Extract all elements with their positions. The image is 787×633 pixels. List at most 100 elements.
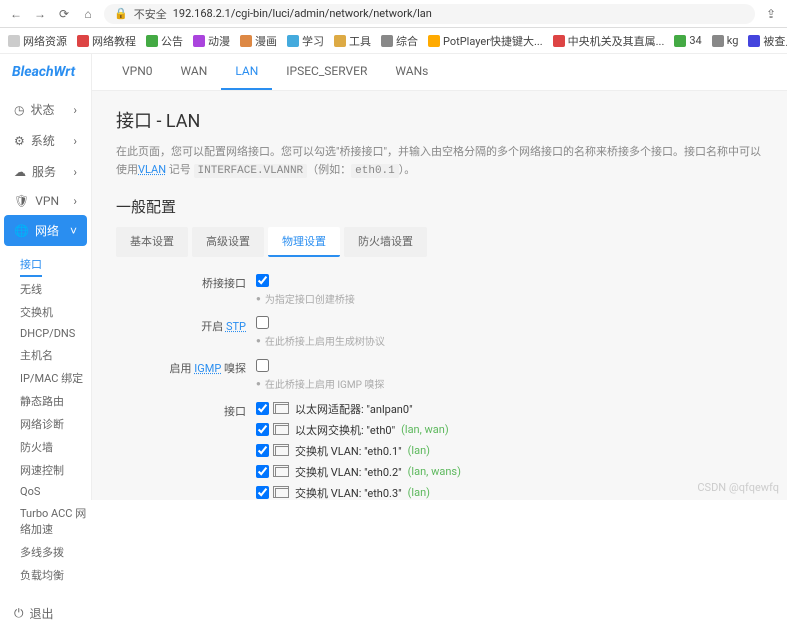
sidebar-sub-IP/MAC 绑定[interactable]: IP/MAC 绑定 [20, 367, 91, 389]
iface-icon [275, 425, 289, 435]
sidebar-sub-多线多拨[interactable]: 多线多拨 [20, 541, 91, 563]
bookmark-label: 公告 [161, 33, 183, 49]
logout-button[interactable]: ⏻退出 [4, 598, 87, 629]
sidebar-item-服务[interactable]: ☁ 服务 › [4, 156, 87, 187]
bookmark-icon [674, 35, 686, 47]
bookmark-label: 综合 [396, 33, 418, 49]
content-area: VPN0WANLANIPSEC_SERVERWANs 接口 - LAN 在此页面… [92, 54, 787, 500]
stp-checkbox[interactable] [256, 316, 269, 329]
chevron-icon: › [73, 134, 77, 148]
sidebar-sub-DHCP/DNS[interactable]: DHCP/DNS [20, 324, 91, 343]
sidebar-label: 系统 [31, 132, 55, 149]
settings-tabs: 基本设置高级设置物理设置防火墙设置 [116, 227, 763, 257]
bookmark-item[interactable]: 网络教程 [77, 33, 136, 49]
iface-tag: (lan, wan) [401, 423, 449, 436]
logout-icon: ⏻ [14, 606, 24, 621]
stp-label: 开启 STP [116, 316, 256, 334]
bookmark-label: 工具 [349, 33, 371, 49]
bookmark-item[interactable]: 综合 [381, 33, 418, 49]
inner-tab-2[interactable]: 物理设置 [268, 227, 340, 257]
bookmark-icon [193, 35, 205, 47]
igmp-label: 启用 IGMP 嗅探 [116, 358, 256, 376]
bookmark-item[interactable]: 漫画 [240, 33, 277, 49]
url-text: 192.168.2.1/cgi-bin/luci/admin/network/n… [173, 7, 432, 20]
reload-icon[interactable]: ⟳ [56, 6, 72, 22]
bookmark-label: PotPlayer快捷键大... [443, 33, 543, 49]
sidebar-label: 服务 [32, 163, 56, 180]
sidebar-item-系统[interactable]: ⚙系统› [4, 125, 87, 156]
chevron-icon: › [73, 194, 77, 208]
tab-wans[interactable]: WANs [381, 54, 442, 90]
bookmark-icon [712, 35, 724, 47]
logo: BleachWrt [0, 54, 91, 90]
bookmark-item[interactable]: 学习 [287, 33, 324, 49]
inner-tab-3[interactable]: 防火墙设置 [344, 227, 427, 257]
tab-vpn0[interactable]: VPN0 [108, 54, 167, 90]
sidebar-sub-交换机[interactable]: 交换机 [20, 301, 91, 323]
interface-label: 接口 [116, 401, 256, 419]
sidebar-item-网络[interactable]: 🌐网络˅ [4, 215, 87, 246]
forward-icon[interactable]: → [32, 6, 48, 22]
bookmark-item[interactable]: kg [712, 34, 739, 47]
bookmark-item[interactable]: PotPlayer快捷键大... [428, 33, 543, 49]
bookmark-label: 动漫 [208, 33, 230, 49]
section-general: 一般配置 [116, 196, 763, 217]
iface-text: 以太网适配器: "anlpan0" [295, 401, 413, 417]
bookmark-icon [240, 35, 252, 47]
bookmark-item[interactable]: 动漫 [193, 33, 230, 49]
sidebar-icon: ☁ [14, 165, 26, 179]
bookmark-item[interactable]: 中央机关及其直属... [553, 33, 665, 49]
sidebar-sub-无线[interactable]: 无线 [20, 278, 91, 300]
sidebar: BleachWrt ◷状态›⚙系统›☁服务›🛡VPN›🌐网络˅ 接口无线交换机D… [0, 54, 92, 500]
sidebar-sub-静态路由[interactable]: 静态路由 [20, 390, 91, 412]
bookmark-item[interactable]: 公告 [146, 33, 183, 49]
sidebar-item-状态[interactable]: ◷状态› [4, 94, 87, 125]
inner-tab-1[interactable]: 高级设置 [192, 227, 264, 257]
iface-row: 交换机 VLAN: "eth0.3" (lan) [256, 485, 763, 500]
inner-tab-0[interactable]: 基本设置 [116, 227, 188, 257]
sidebar-sub-网速控制[interactable]: 网速控制 [20, 459, 91, 481]
address-bar[interactable]: 🔒 不安全 192.168.2.1/cgi-bin/luci/admin/net… [104, 4, 755, 24]
tab-wan[interactable]: WAN [167, 54, 222, 90]
iface-checkbox[interactable] [256, 402, 269, 415]
sidebar-sub-接口[interactable]: 接口 [20, 253, 42, 277]
iface-tag: (lan) [408, 444, 430, 457]
igmp-checkbox[interactable] [256, 359, 269, 372]
sidebar-sub-Turbo ACC 网络加速[interactable]: Turbo ACC 网络加速 [20, 502, 91, 540]
sidebar-sub-防火墙[interactable]: 防火墙 [20, 436, 91, 458]
sidebar-item-VPN[interactable]: 🛡VPN› [4, 187, 87, 215]
chevron-icon: › [73, 165, 77, 179]
sidebar-sub-网络诊断[interactable]: 网络诊断 [20, 413, 91, 435]
iface-text: 交换机 VLAN: "eth0.2" [295, 464, 402, 480]
iface-checkbox[interactable] [256, 486, 269, 499]
bookmark-item[interactable]: 被查人事考核系统 [748, 33, 787, 49]
sidebar-sub-主机名[interactable]: 主机名 [20, 344, 91, 366]
iface-tag: (lan) [408, 486, 430, 499]
bookmark-item[interactable]: 网络资源 [8, 33, 67, 49]
iface-checkbox[interactable] [256, 423, 269, 436]
iface-checkbox[interactable] [256, 465, 269, 478]
sidebar-label: VPN [35, 194, 59, 208]
bridge-hint: 为指定接口创建桥接 [256, 291, 763, 306]
tab-ipsec_server[interactable]: IPSEC_SERVER [272, 54, 381, 90]
back-icon[interactable]: ← [8, 6, 24, 22]
share-icon[interactable]: ⇪ [763, 6, 779, 22]
vlan-link[interactable]: VLAN [138, 163, 166, 176]
bookmark-item[interactable]: 34 [674, 34, 701, 47]
bridge-label: 桥接接口 [116, 273, 256, 291]
stp-link[interactable]: STP [226, 320, 246, 333]
chevron-icon: › [73, 103, 77, 117]
sidebar-sub-负载均衡[interactable]: 负载均衡 [20, 564, 91, 586]
igmp-link[interactable]: IGMP [194, 362, 221, 375]
sidebar-sub-QoS[interactable]: QoS [20, 482, 91, 501]
home-icon[interactable]: ⌂ [80, 6, 96, 22]
bookmark-item[interactable]: 工具 [334, 33, 371, 49]
tab-lan[interactable]: LAN [221, 54, 272, 90]
bookmark-label: 网络资源 [23, 33, 67, 49]
iface-checkbox[interactable] [256, 444, 269, 457]
stp-hint: 在此桥接上启用生成树协议 [256, 333, 763, 348]
watermark: CSDN @qfqewfq [697, 481, 779, 494]
bridge-checkbox[interactable] [256, 274, 269, 287]
sidebar-icon: ◷ [14, 103, 24, 117]
bookmark-icon [553, 35, 565, 47]
